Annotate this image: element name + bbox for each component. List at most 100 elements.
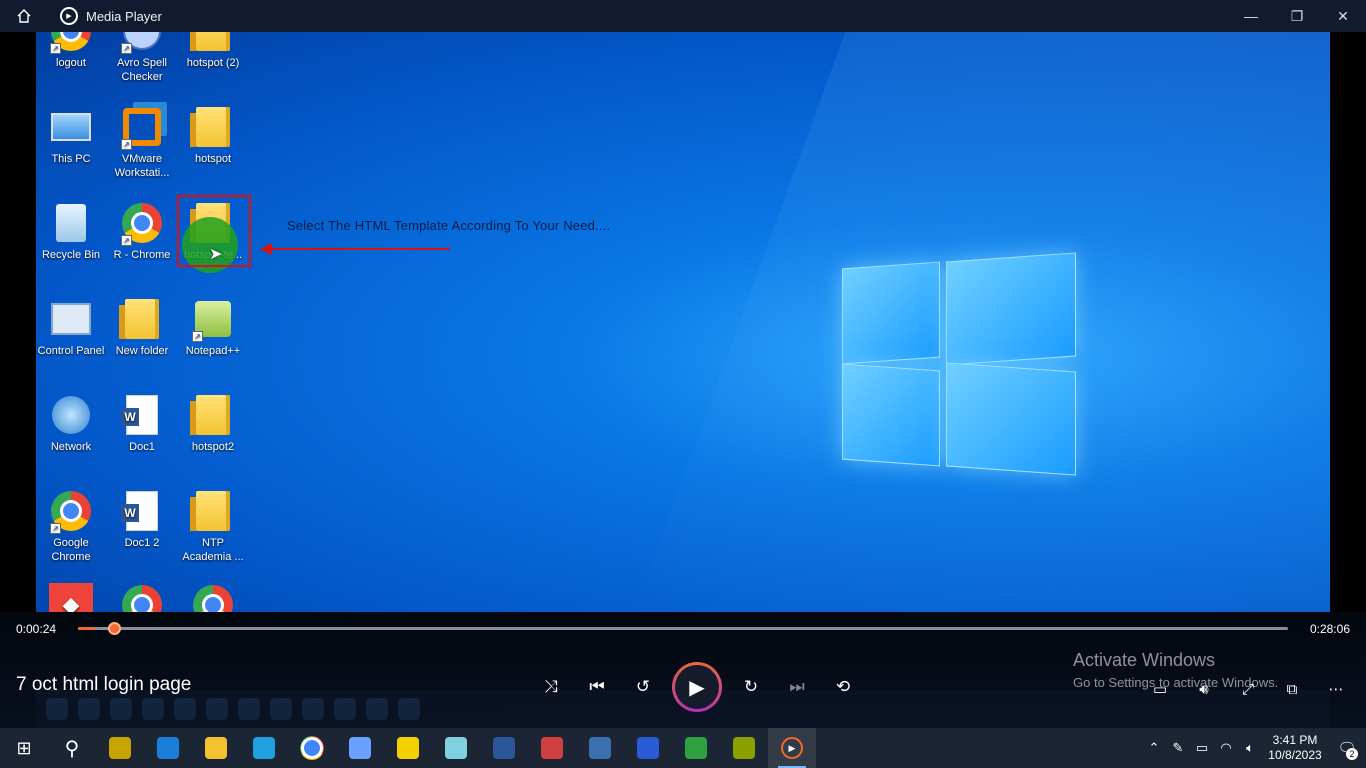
pen-icon[interactable]: ✎	[1166, 740, 1190, 756]
desktop-icon[interactable]: Recycle Bin	[36, 200, 107, 262]
desktop-icon-label: hotspot (2)	[186, 57, 240, 69]
skip-back-button[interactable]: ↺	[620, 664, 666, 710]
desktop-icon[interactable]: ↗ R - Chrome	[106, 200, 178, 262]
shuffle-icon: ⤨	[544, 677, 558, 696]
taskbar-app-8[interactable]	[672, 728, 720, 768]
home-button[interactable]	[0, 0, 48, 32]
taskbar-edge[interactable]	[240, 728, 288, 768]
repeat-button[interactable]: ⟲	[820, 664, 866, 710]
desktop-icon[interactable]: ↗login	[106, 582, 178, 612]
windows-logo	[842, 245, 1076, 485]
battery-icon[interactable]: ▭	[1190, 740, 1214, 756]
wifi-icon[interactable]: ◠	[1214, 740, 1238, 756]
volume-icon: 🔊︎	[1199, 680, 1209, 698]
fullscreen-icon: ⤢	[1241, 680, 1254, 698]
taskbar-chrome[interactable]	[288, 728, 336, 768]
captions-button[interactable]: ▭	[1138, 666, 1182, 712]
notification-button[interactable]: 🗨︎ 2	[1328, 728, 1366, 768]
fullscreen-button[interactable]: ⤢	[1226, 666, 1270, 712]
mini-player-button[interactable]: ⧉	[1270, 666, 1314, 712]
desktop-icon-label: hotspot2	[191, 441, 235, 453]
desktop-icon[interactable]: Doc1 2	[106, 488, 178, 550]
clock[interactable]: 3:41 PM 10/8/2023	[1262, 733, 1328, 763]
mini-player-icon: ⧉	[1286, 680, 1298, 698]
desktop-icon[interactable]: hotspot	[177, 104, 249, 166]
home-icon	[17, 9, 31, 23]
desktop-icon-label: Doc1 2	[124, 537, 160, 549]
network-icon	[48, 392, 94, 438]
desktop-icon[interactable]: ↗ logout	[36, 32, 107, 70]
desktop-icon[interactable]: ↗ VMware Workstati...	[106, 104, 178, 180]
next-button[interactable]: ⏭	[774, 664, 820, 710]
play-icon: ▶	[689, 676, 705, 699]
taskbar-file-explorer[interactable]	[192, 728, 240, 768]
folder-icon	[190, 488, 236, 534]
taskbar-app-7[interactable]	[624, 728, 672, 768]
desktop-icon[interactable]: NTP Academia ...	[177, 488, 249, 564]
desktop-icon[interactable]: New folder	[106, 296, 178, 358]
windows-start-icon: ⊞	[16, 737, 32, 758]
panel-icon	[48, 296, 94, 342]
desktop-icon[interactable]: ↗ Notepad++	[177, 296, 249, 358]
video-title: 7 oct html login page	[16, 674, 192, 695]
total-time: 0:28:06	[1309, 622, 1350, 636]
volume-button[interactable]: 🔊︎	[1182, 666, 1226, 712]
taskbar-start[interactable]: ⊞	[0, 728, 48, 768]
player-controls: 0:00:24 0:28:06 7 oct html login page ⤨ …	[0, 612, 1366, 728]
next-icon: ⏭	[789, 677, 805, 696]
notepad-icon: ↗	[190, 296, 236, 342]
app-icon: ↗	[119, 32, 165, 54]
annotation-arrow	[260, 243, 450, 255]
taskbar-app-3[interactable]	[384, 728, 432, 768]
paint-icon	[349, 737, 371, 759]
taskbar-word[interactable]	[480, 728, 528, 768]
desktop-icon-label: NTP Academia ...	[182, 537, 244, 563]
skip-forward-icon: ↻	[743, 677, 759, 696]
seek-thumb[interactable]	[108, 622, 122, 635]
word-icon	[119, 392, 165, 438]
taskbar-paint[interactable]	[336, 728, 384, 768]
skip-back-icon: ↺	[635, 677, 651, 696]
desktop-icon[interactable]: This PC	[36, 104, 107, 166]
taskbar-app-6[interactable]	[576, 728, 624, 768]
folder-icon	[119, 296, 165, 342]
taskbar-app-4[interactable]	[432, 728, 480, 768]
shuffle-button[interactable]: ⤨	[528, 664, 574, 710]
desktop-icon[interactable]: Doc1	[106, 392, 178, 454]
more-button[interactable]: ⋯	[1314, 666, 1358, 712]
desktop-icon[interactable]: hotspot (2)	[177, 32, 249, 70]
seek-bar[interactable]	[78, 622, 1288, 635]
desktop-icon[interactable]: ↗ Avro Spell Checker	[106, 32, 178, 84]
restore-button[interactable]: ❐	[1274, 0, 1320, 32]
word-icon	[493, 737, 515, 759]
taskbar-search[interactable]: ⚲	[48, 728, 96, 768]
repeat-icon: ⟲	[835, 677, 851, 696]
desktop-icon-label: New folder	[115, 345, 169, 357]
close-button[interactable]: ✕	[1320, 0, 1366, 32]
desktop-icon[interactable]: Network	[36, 392, 107, 454]
desktop-icon-label: Network	[50, 441, 92, 453]
video-frame[interactable]: ↗ logout ↗ Avro Spell Checker hotspot (2) Thi…	[36, 32, 1330, 612]
system-tray: ⌃ ✎ ▭ ◠ 🔈︎ 3:41 PM 10/8/2023 🗨︎ 2	[1142, 728, 1366, 768]
skip-forward-button[interactable]: ↻	[728, 664, 774, 710]
desktop-icon[interactable]: ◆AnyDesk	[36, 582, 107, 612]
chrome-icon: ↗	[48, 488, 94, 534]
play-button[interactable]: ▶	[672, 662, 722, 712]
taskbar-app-2[interactable]	[144, 728, 192, 768]
minimize-button[interactable]: —	[1228, 0, 1274, 32]
taskbar-media-player[interactable]: ▶	[768, 728, 816, 768]
desktop-icon-label: logout	[56, 57, 86, 69]
chevron-up-icon[interactable]: ⌃	[1142, 740, 1166, 756]
previous-button[interactable]: ⏮	[574, 664, 620, 710]
speaker-icon[interactable]: 🔈︎	[1238, 740, 1262, 756]
taskbar-app-5[interactable]	[528, 728, 576, 768]
desktop-icon[interactable]: ↗ Google Chrome	[36, 488, 107, 564]
desktop-icon[interactable]: Control Panel	[36, 296, 107, 358]
desktop-icon[interactable]: ↗NTP Academi...	[177, 582, 249, 612]
minimize-icon: —	[1244, 8, 1258, 24]
window-title: Media Player	[86, 8, 162, 24]
taskbar-app-1[interactable]	[96, 728, 144, 768]
desktop-icon-label: This PC	[51, 153, 91, 165]
taskbar-app-9[interactable]	[720, 728, 768, 768]
desktop-icon[interactable]: hotspot2	[177, 392, 249, 454]
